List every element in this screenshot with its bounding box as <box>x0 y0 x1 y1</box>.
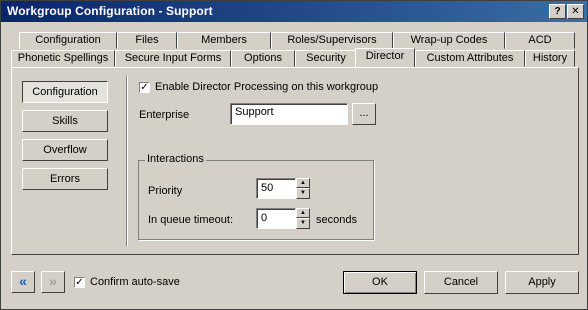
sidebar-item-errors[interactable]: Errors <box>22 168 108 190</box>
sidebar-item-skills[interactable]: Skills <box>22 110 108 132</box>
enterprise-field[interactable]: Support <box>230 103 348 125</box>
timeout-value[interactable]: 0 <box>256 208 296 229</box>
previous-button[interactable]: « <box>11 271 35 293</box>
timeout-spinner[interactable]: 0 ▲ ▼ <box>256 208 310 229</box>
tab-acd[interactable]: ACD <box>505 32 575 49</box>
triangle-up-icon: ▲ <box>300 210 306 216</box>
priority-down-arrow[interactable]: ▼ <box>296 188 310 199</box>
priority-spinner-arrows: ▲ ▼ <box>296 178 310 199</box>
next-button[interactable]: » <box>41 271 65 293</box>
timeout-label: In queue timeout: <box>148 214 234 226</box>
confirm-autosave-checkbox[interactable]: ✓ <box>74 277 85 288</box>
triangle-down-icon: ▼ <box>300 220 306 226</box>
priority-label: Priority <box>148 185 183 197</box>
triangle-down-icon: ▼ <box>300 190 306 196</box>
timeout-up-arrow[interactable]: ▲ <box>296 208 310 218</box>
timeout-units: seconds <box>316 214 357 226</box>
sidebar-item-overflow[interactable]: Overflow <box>22 139 108 161</box>
apply-button[interactable]: Apply <box>505 271 579 294</box>
checkmark-icon: ✓ <box>140 82 149 93</box>
priority-value[interactable]: 50 <box>256 178 296 199</box>
sidebar-item-configuration[interactable]: Configuration <box>22 81 108 103</box>
priority-up-arrow[interactable]: ▲ <box>296 178 310 188</box>
close-icon: ✕ <box>571 6 580 17</box>
triangle-up-icon: ▲ <box>300 180 306 186</box>
close-button[interactable]: ✕ <box>567 4 584 19</box>
checkmark-icon: ✓ <box>75 277 84 288</box>
tab-row-back: Configuration Files Members Roles/Superv… <box>1 32 588 49</box>
ok-button[interactable]: OK <box>343 271 417 294</box>
enterprise-browse-button[interactable]: ... <box>352 103 376 125</box>
tab-phonetic-spellings[interactable]: Phonetic Spellings <box>11 50 115 67</box>
tab-custom-attributes[interactable]: Custom Attributes <box>415 50 525 67</box>
tab-row-front: Phonetic Spellings Secure Input Forms Op… <box>1 48 588 67</box>
title-bar[interactable]: Workgroup Configuration - Support ? ✕ <box>1 1 587 22</box>
tab-security[interactable]: Security <box>295 50 357 67</box>
tab-wrap-up-codes[interactable]: Wrap-up Codes <box>393 32 505 49</box>
double-left-arrow-icon: « <box>19 273 27 289</box>
director-tab-panel: Configuration Skills Overflow Errors ✓ E… <box>11 67 579 255</box>
window-title: Workgroup Configuration - Support <box>7 4 213 18</box>
timeout-spinner-arrows: ▲ ▼ <box>296 208 310 229</box>
priority-spinner[interactable]: 50 ▲ ▼ <box>256 178 310 199</box>
timeout-down-arrow[interactable]: ▼ <box>296 218 310 229</box>
tab-roles-supervisors[interactable]: Roles/Supervisors <box>271 32 393 49</box>
tab-history[interactable]: History <box>525 50 575 67</box>
enterprise-label: Enterprise <box>139 109 190 121</box>
tab-files[interactable]: Files <box>117 32 177 49</box>
cancel-button[interactable]: Cancel <box>424 271 498 294</box>
tab-members[interactable]: Members <box>177 32 271 49</box>
tab-options[interactable]: Options <box>231 50 295 67</box>
sidebar-divider <box>126 76 128 246</box>
double-right-arrow-icon: » <box>49 273 57 289</box>
tab-configuration[interactable]: Configuration <box>19 32 117 49</box>
enable-director-label: Enable Director Processing on this workg… <box>155 81 379 93</box>
tab-secure-input-forms[interactable]: Secure Input Forms <box>115 50 231 67</box>
interactions-group: Interactions Priority 50 ▲ ▼ In queue ti… <box>138 153 374 240</box>
help-button[interactable]: ? <box>549 4 566 19</box>
confirm-autosave-label: Confirm auto-save <box>90 276 180 288</box>
workgroup-config-window: Workgroup Configuration - Support ? ✕ Co… <box>0 0 588 310</box>
enable-director-checkbox[interactable]: ✓ <box>139 82 150 93</box>
tab-director[interactable]: Director <box>355 48 415 67</box>
interactions-legend: Interactions <box>145 153 206 165</box>
